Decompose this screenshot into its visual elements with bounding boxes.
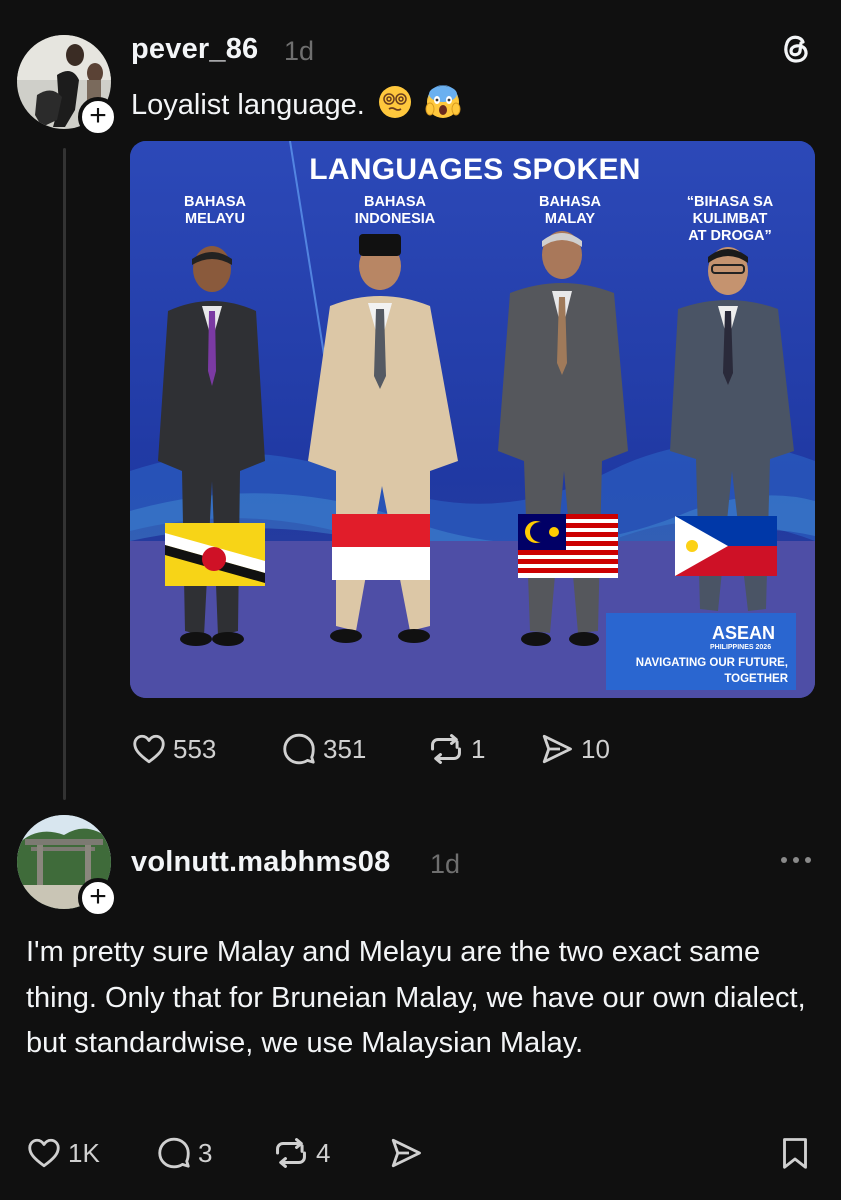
post-image[interactable]: LANGUAGES SPOKEN BAHASA MELAYU BAHASA IN…: [130, 141, 815, 698]
indonesia-flag: [332, 514, 430, 580]
comment-count: 351: [323, 733, 367, 764]
reply-username[interactable]: volnutt.mabhms08: [131, 846, 390, 879]
image-label-3: BAHASA MALAY: [538, 194, 602, 227]
asean-logo-subtext: PHILIPPINES 2026: [710, 644, 772, 651]
like-count: 553: [173, 733, 217, 764]
comment-button[interactable]: 351: [281, 729, 366, 769]
more-options-icon[interactable]: [778, 850, 814, 875]
post-username[interactable]: pever_86: [131, 33, 258, 66]
threads-logo-icon[interactable]: [778, 30, 814, 71]
image-title: LANGUAGES SPOKEN: [309, 153, 641, 186]
like-button[interactable]: 553: [131, 729, 216, 769]
reply-follow-plus-icon[interactable]: +: [78, 878, 118, 918]
send-icon: [542, 734, 572, 764]
reply-time: 1d: [430, 849, 461, 879]
repost-count: 1: [471, 733, 486, 764]
bookmark-icon: [783, 1138, 807, 1169]
image-label-4: “BIHASA SA KULIMBAT AT DROGA”: [686, 194, 774, 244]
post-text-content: Loyalist language.: [131, 89, 365, 121]
repost-icon: [431, 734, 461, 764]
heart-icon: [133, 734, 165, 764]
asean-logo-text: ASEAN: [712, 623, 776, 643]
asean-banner: ASEAN PHILIPPINES 2026 NAVIGATING OUR FU…: [606, 613, 796, 690]
reply-repost-button[interactable]: 4: [272, 1133, 330, 1173]
repost-icon: [276, 1138, 306, 1168]
bookmark-button[interactable]: [779, 1133, 811, 1173]
reply-like-button[interactable]: 1K: [26, 1133, 100, 1173]
screaming-face-emoji-icon: [425, 84, 461, 120]
share-count: 10: [581, 733, 610, 764]
reply-like-count: 1K: [68, 1137, 100, 1168]
asean-tagline: NAVIGATING OUR FUTURE, TOGETHER: [635, 657, 788, 685]
reply-comment-button[interactable]: 3: [156, 1133, 212, 1173]
send-icon: [391, 1138, 421, 1168]
follow-plus-icon[interactable]: +: [78, 97, 118, 137]
comment-icon: [283, 733, 315, 765]
heart-icon: [28, 1138, 60, 1168]
image-label-1: BAHASA MELAYU: [183, 194, 247, 227]
reply-share-button[interactable]: [388, 1133, 424, 1173]
reply-repost-count: 4: [316, 1137, 331, 1168]
share-button[interactable]: 10: [539, 729, 610, 769]
brunei-flag: [165, 523, 265, 586]
philippines-flag: [675, 516, 777, 576]
malaysia-flag: [518, 514, 618, 578]
repost-button[interactable]: 1: [427, 729, 485, 769]
post-text: Loyalist language.: [131, 84, 461, 122]
dizzy-face-emoji-icon: [377, 84, 413, 120]
post-time: 1d: [284, 36, 315, 66]
reply-text: I'm pretty sure Malay and Melayu are the…: [26, 936, 806, 1059]
image-label-2: BAHASA INDONESIA: [354, 194, 436, 227]
comment-icon: [158, 1137, 190, 1169]
reply-comment-count: 3: [198, 1137, 213, 1168]
thread-line: [63, 148, 66, 800]
